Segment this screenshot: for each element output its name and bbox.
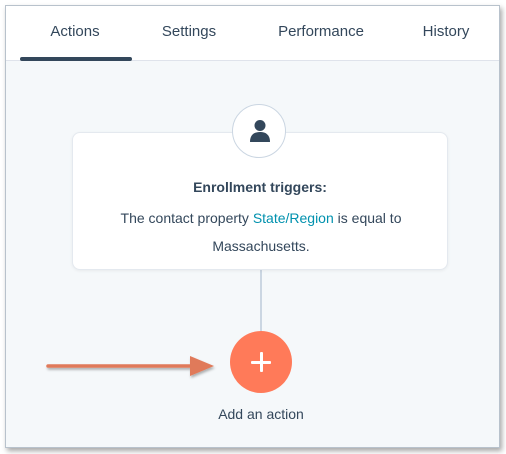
tab-actions[interactable]: Actions	[20, 6, 130, 60]
tab-bar: Actions Settings Performance History	[6, 6, 499, 61]
trigger-text-after: is equal to	[333, 210, 402, 226]
arrow-right-icon	[46, 356, 214, 376]
add-action-label: Add an action	[218, 406, 304, 422]
property-link[interactable]: State/Region	[253, 210, 334, 226]
trigger-description: The contact property State/Region is equ…	[93, 204, 429, 260]
add-action-button[interactable]	[230, 331, 292, 393]
workflow-connector-line	[260, 268, 262, 336]
trigger-text-before: The contact property	[120, 210, 253, 226]
tab-settings[interactable]: Settings	[134, 6, 244, 60]
workflow-editor: Actions Settings Performance History Enr…	[5, 5, 500, 448]
tab-history[interactable]: History	[400, 6, 492, 60]
tab-performance[interactable]: Performance	[252, 6, 390, 60]
contact-avatar	[232, 104, 286, 158]
trigger-value: Massachusetts.	[212, 238, 310, 254]
trigger-title: Enrollment triggers:	[193, 179, 327, 195]
contact-person-icon	[250, 120, 270, 142]
active-tab-indicator	[20, 57, 132, 61]
plus-icon-vertical	[259, 352, 263, 372]
